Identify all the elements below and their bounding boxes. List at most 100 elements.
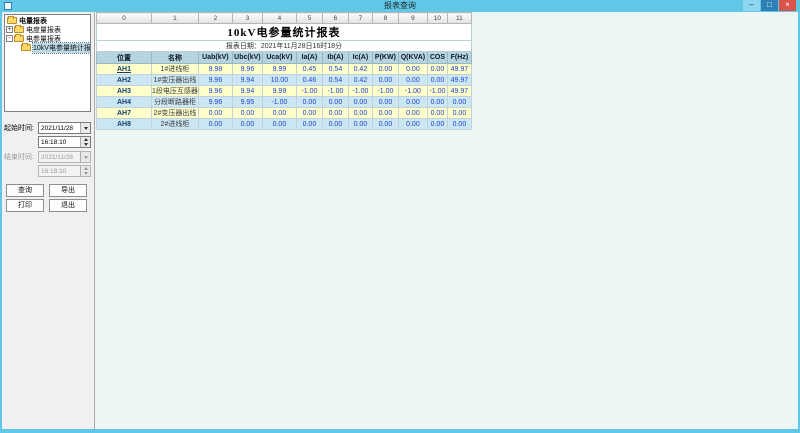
field-header[interactable]: P(KW) [371,51,399,64]
grid-cell[interactable]: 0.00 [261,118,297,130]
field-header[interactable]: Q(KVA) [397,51,428,64]
grid-cell[interactable]: 9.96 [197,85,233,97]
field-header[interactable]: 位置 [96,51,152,64]
grid-cell[interactable]: 0.00 [347,118,373,130]
grid-cell[interactable]: 0.00 [371,107,399,119]
grid-cell[interactable]: -1.00 [397,85,428,97]
grid-cell[interactable]: 49.97 [446,85,472,97]
grid-cell[interactable]: 0.00 [446,118,472,130]
grid-cell[interactable]: 0.00 [446,96,472,108]
grid-cell[interactable]: 0.00 [347,96,373,108]
grid-cell[interactable]: 0.42 [347,74,373,86]
grid-cell[interactable]: -1.00 [321,85,349,97]
export-button[interactable]: 导出 [49,184,87,197]
start-time-spinner[interactable]: 16:18:10 [38,136,91,148]
grid-cell[interactable]: 0.00 [397,107,428,119]
grid-column-header[interactable]: 5 [295,12,323,24]
grid-cell[interactable]: 0.54 [321,74,349,86]
grid-cell[interactable]: 0.00 [295,107,323,119]
grid-cell[interactable]: 分段断路器柜 [151,96,199,108]
grid-cell[interactable]: 9.98 [197,63,233,75]
grid-column-header[interactable]: 8 [371,12,399,24]
grid-cell[interactable]: 0.45 [295,63,323,75]
spinner-arrows-icon[interactable] [80,137,90,147]
grid-cell[interactable]: 0.00 [231,118,263,130]
spreadsheet-area[interactable]: 0 1 2 3 4 5 6 7 8 9 10 11 10kV电参量统计报表 报表日期：2021年11月28… [94,12,798,429]
grid-cell[interactable]: 0.00 [426,63,448,75]
grid-cell[interactable]: 1#变压器出线 [151,74,199,86]
grid-column-header[interactable]: 10 [426,12,448,24]
grid-cell[interactable]: AH4 [96,96,152,108]
collapse-minus-icon[interactable]: - [6,35,13,42]
grid-cell[interactable]: 0.00 [446,107,472,119]
grid-cell[interactable]: 9.99 [261,85,297,97]
grid-cell[interactable]: 9.96 [197,74,233,86]
grid-cell[interactable]: -1.00 [347,85,373,97]
grid-cell[interactable]: AH7 [96,107,152,119]
exit-button[interactable]: 退出 [49,199,87,212]
grid-cell[interactable]: 9.94 [231,74,263,86]
grid-cell[interactable]: 9.96 [231,63,263,75]
tree-node-10kv-statistics-report[interactable]: 10kV电参量统计报表 [6,41,90,54]
grid-cell[interactable]: 0.42 [347,63,373,75]
grid-cell[interactable]: AH2 [96,74,152,86]
grid-cell[interactable]: 49.97 [446,74,472,86]
grid-cell[interactable]: -1.00 [261,96,297,108]
grid-column-header[interactable]: 1 [151,12,199,24]
grid-column-header[interactable]: 3 [231,12,263,24]
field-header[interactable]: 名称 [151,51,199,64]
grid-cell[interactable]: 0.00 [426,96,448,108]
grid-cell[interactable]: 0.00 [231,107,263,119]
grid-cell[interactable]: -1.00 [295,85,323,97]
field-header[interactable]: Ia(A) [295,51,323,64]
start-date-picker[interactable]: 2021/11/28 [38,122,91,134]
grid-cell[interactable]: 0.00 [321,118,349,130]
grid-column-header[interactable]: 2 [197,12,233,24]
grid-cell[interactable]: 0.00 [371,63,399,75]
query-button[interactable]: 查询 [6,184,44,197]
grid-column-header[interactable]: 11 [446,12,472,24]
grid-column-header[interactable]: 0 [96,12,152,24]
field-header[interactable]: Ib(A) [321,51,349,64]
grid-cell[interactable]: 0.00 [295,96,323,108]
grid-cell[interactable]: 1段电压互感器 [151,85,199,97]
minimize-button[interactable]: – [743,0,760,11]
grid-cell[interactable]: 0.00 [426,107,448,119]
field-header[interactable]: Uab(kV) [197,51,233,64]
grid-cell[interactable]: 2#变压器出线 [151,107,199,119]
grid-cell[interactable]: AH1 [96,63,152,75]
grid-cell[interactable]: 0.00 [397,63,428,75]
grid-cell[interactable]: 0.00 [295,118,323,130]
grid-cell[interactable]: 0.00 [197,118,233,130]
field-header[interactable]: Uca(kV) [261,51,297,64]
grid-cell[interactable]: 9.96 [197,96,233,108]
grid-column-header[interactable]: 9 [397,12,428,24]
grid-cell[interactable]: 2#进线柜 [151,118,199,130]
grid-cell[interactable]: 0.46 [295,74,323,86]
grid-cell[interactable]: -1.00 [426,85,448,97]
grid-cell[interactable]: 0.00 [426,74,448,86]
grid-cell[interactable]: 0.00 [321,96,349,108]
grid-cell[interactable]: 9.95 [231,96,263,108]
grid-cell[interactable]: 0.00 [321,107,349,119]
grid-column-header[interactable]: 7 [347,12,373,24]
grid-cell[interactable]: -1.00 [371,85,399,97]
grid-cell[interactable]: 0.00 [371,96,399,108]
grid-cell[interactable]: 0.00 [261,107,297,119]
grid-column-header[interactable]: 4 [261,12,297,24]
grid-cell[interactable]: 49.97 [446,63,472,75]
expand-plus-icon[interactable]: + [6,26,13,33]
grid-cell[interactable]: 9.99 [261,63,297,75]
grid-cell[interactable]: 0.00 [197,107,233,119]
grid-cell[interactable]: 0.54 [321,63,349,75]
field-header[interactable]: COS [426,51,448,64]
grid-cell[interactable]: 0.00 [371,74,399,86]
grid-cell[interactable]: 10.00 [261,74,297,86]
dropdown-arrow-icon[interactable] [80,123,90,133]
grid-cell[interactable]: 0.00 [347,107,373,119]
field-header[interactable]: Ic(A) [347,51,373,64]
grid-cell[interactable]: 0.00 [426,118,448,130]
grid-cell[interactable]: 0.00 [397,118,428,130]
grid-column-header[interactable]: 6 [321,12,349,24]
grid-cell[interactable]: AH3 [96,85,152,97]
